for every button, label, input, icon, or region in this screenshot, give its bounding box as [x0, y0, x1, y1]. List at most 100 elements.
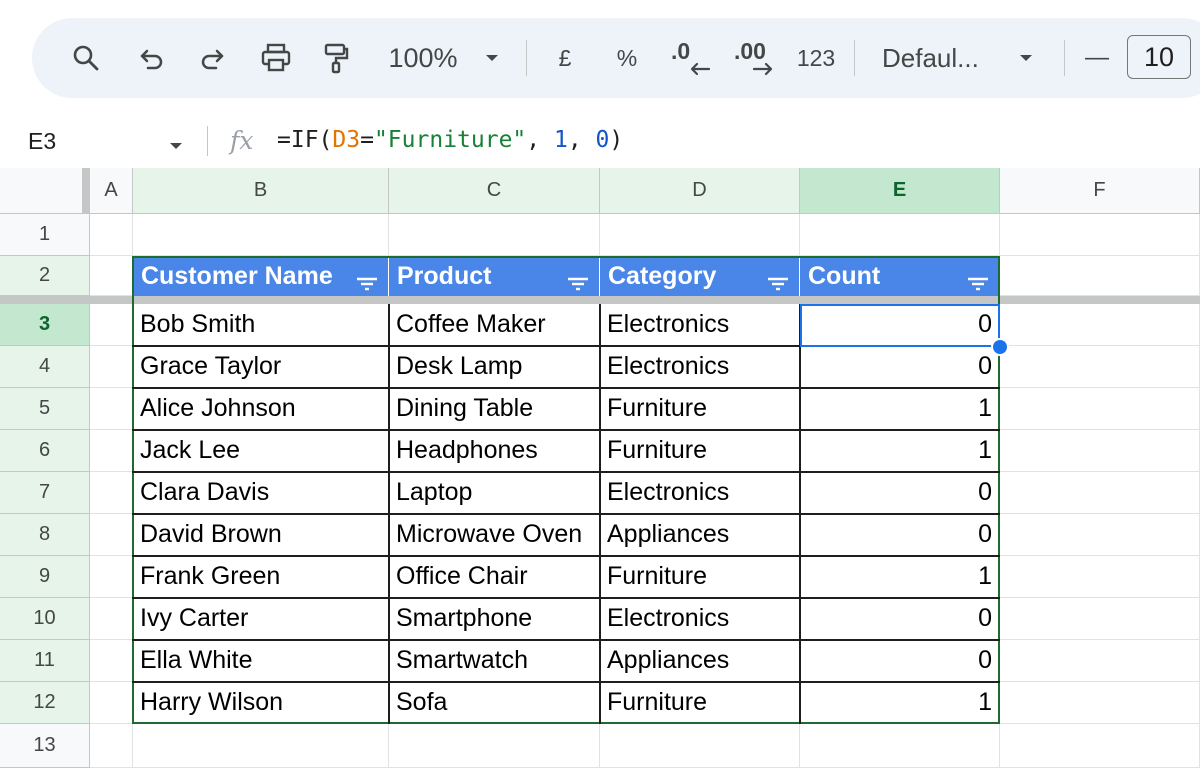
row-header-5[interactable]: 5	[0, 388, 90, 430]
table-cell[interactable]: Appliances	[600, 514, 800, 556]
font-select[interactable]: Defaul...	[882, 18, 994, 98]
filter-icon[interactable]	[967, 269, 989, 298]
print-icon[interactable]	[254, 18, 298, 98]
zoom-dropdown-chevron-down-icon[interactable]	[480, 18, 504, 98]
cell[interactable]	[800, 724, 1000, 768]
name-box-chevron-down-icon[interactable]	[168, 138, 184, 156]
column-header-d[interactable]: D	[600, 168, 800, 214]
zoom-select[interactable]: 100%	[382, 18, 464, 98]
table-cell[interactable]: Electronics	[600, 598, 800, 640]
column-header-c[interactable]: C	[389, 168, 600, 214]
table-cell[interactable]: Appliances	[600, 640, 800, 682]
row-header-12[interactable]: 12	[0, 682, 90, 724]
cell[interactable]	[1000, 214, 1200, 256]
frozen-rows-divider[interactable]	[0, 296, 1200, 304]
count-cell[interactable]: 0	[800, 346, 1000, 388]
row-header-8[interactable]: 8	[0, 514, 90, 556]
cell[interactable]	[1000, 304, 1200, 346]
table-cell[interactable]: Furniture	[600, 682, 800, 724]
cell[interactable]	[90, 598, 133, 640]
column-header-e[interactable]: E	[800, 168, 1000, 214]
table-cell[interactable]: Furniture	[600, 556, 800, 598]
count-cell[interactable]: 1	[800, 556, 1000, 598]
row-header-4[interactable]: 4	[0, 346, 90, 388]
cell[interactable]	[90, 724, 133, 768]
row-header-11[interactable]: 11	[0, 640, 90, 682]
freeze-handle[interactable]	[82, 168, 90, 214]
cell[interactable]	[800, 214, 1000, 256]
count-cell[interactable]: 1	[800, 682, 1000, 724]
filter-icon[interactable]	[767, 269, 789, 298]
row-header-1[interactable]: 1	[0, 214, 90, 256]
row-header-10[interactable]: 10	[0, 598, 90, 640]
table-cell[interactable]: Smartwatch	[389, 640, 600, 682]
cell[interactable]	[389, 214, 600, 256]
table-cell[interactable]: Frank Green	[133, 556, 389, 598]
cell[interactable]	[1000, 430, 1200, 472]
spreadsheet-grid[interactable]: ABCDEF12Customer NameProductCategoryCoun…	[0, 168, 1200, 768]
count-cell[interactable]: 0	[800, 304, 1000, 346]
table-cell[interactable]: Sofa	[389, 682, 600, 724]
currency-format-button[interactable]: £	[548, 18, 582, 98]
table-cell[interactable]: Harry Wilson	[133, 682, 389, 724]
count-cell[interactable]: 0	[800, 472, 1000, 514]
cell[interactable]	[133, 724, 389, 768]
cell[interactable]	[90, 640, 133, 682]
count-cell[interactable]: 0	[800, 598, 1000, 640]
cell[interactable]	[1000, 388, 1200, 430]
fill-handle[interactable]	[991, 338, 1009, 356]
select-all-corner[interactable]	[0, 168, 90, 214]
cell[interactable]	[1000, 346, 1200, 388]
count-cell[interactable]: 0	[800, 514, 1000, 556]
cell[interactable]	[90, 430, 133, 472]
table-cell[interactable]: Microwave Oven	[389, 514, 600, 556]
table-cell[interactable]: Headphones	[389, 430, 600, 472]
table-cell[interactable]: Office Chair	[389, 556, 600, 598]
cell[interactable]	[90, 256, 133, 296]
cell[interactable]	[1000, 256, 1200, 296]
table-header-cell[interactable]: Category	[600, 256, 800, 296]
cell[interactable]	[90, 388, 133, 430]
paint-format-icon[interactable]	[316, 18, 356, 98]
filter-icon[interactable]	[567, 269, 589, 298]
percent-format-button[interactable]: %	[610, 18, 644, 98]
filter-icon[interactable]	[356, 269, 378, 298]
cell[interactable]	[1000, 514, 1200, 556]
row-header-7[interactable]: 7	[0, 472, 90, 514]
row-header-6[interactable]: 6	[0, 430, 90, 472]
table-cell[interactable]: Furniture	[600, 388, 800, 430]
cell[interactable]	[90, 346, 133, 388]
table-cell[interactable]: Ivy Carter	[133, 598, 389, 640]
font-size-input[interactable]: 10	[1127, 35, 1191, 79]
cell[interactable]	[1000, 682, 1200, 724]
table-cell[interactable]: David Brown	[133, 514, 389, 556]
decrease-decimals-button[interactable]: .0	[664, 18, 718, 98]
column-header-a[interactable]: A	[90, 168, 133, 214]
table-cell[interactable]: Bob Smith	[133, 304, 389, 346]
table-cell[interactable]: Ella White	[133, 640, 389, 682]
search-icon[interactable]	[66, 18, 106, 98]
cell[interactable]	[389, 724, 600, 768]
cell[interactable]	[1000, 598, 1200, 640]
cell[interactable]	[90, 304, 133, 346]
table-header-cell[interactable]: Count	[800, 256, 1000, 296]
cell[interactable]	[600, 214, 800, 256]
cell[interactable]	[1000, 640, 1200, 682]
name-box[interactable]: E3	[28, 128, 56, 155]
row-header-13[interactable]: 13	[0, 724, 90, 768]
cell[interactable]	[90, 472, 133, 514]
table-header-cell[interactable]: Customer Name	[133, 256, 389, 296]
redo-icon[interactable]	[192, 18, 232, 98]
formula-input[interactable]: =IF(D3="Furniture", 1, 0)	[277, 127, 623, 153]
count-cell[interactable]: 1	[800, 430, 1000, 472]
cell[interactable]	[600, 724, 800, 768]
cell[interactable]	[1000, 556, 1200, 598]
count-cell[interactable]: 1	[800, 388, 1000, 430]
count-cell[interactable]: 0	[800, 640, 1000, 682]
table-cell[interactable]: Desk Lamp	[389, 346, 600, 388]
row-header-3[interactable]: 3	[0, 304, 90, 346]
column-header-b[interactable]: B	[133, 168, 389, 214]
decrease-font-size-button[interactable]: —	[1082, 18, 1112, 98]
table-cell[interactable]: Electronics	[600, 472, 800, 514]
column-header-f[interactable]: F	[1000, 168, 1200, 214]
